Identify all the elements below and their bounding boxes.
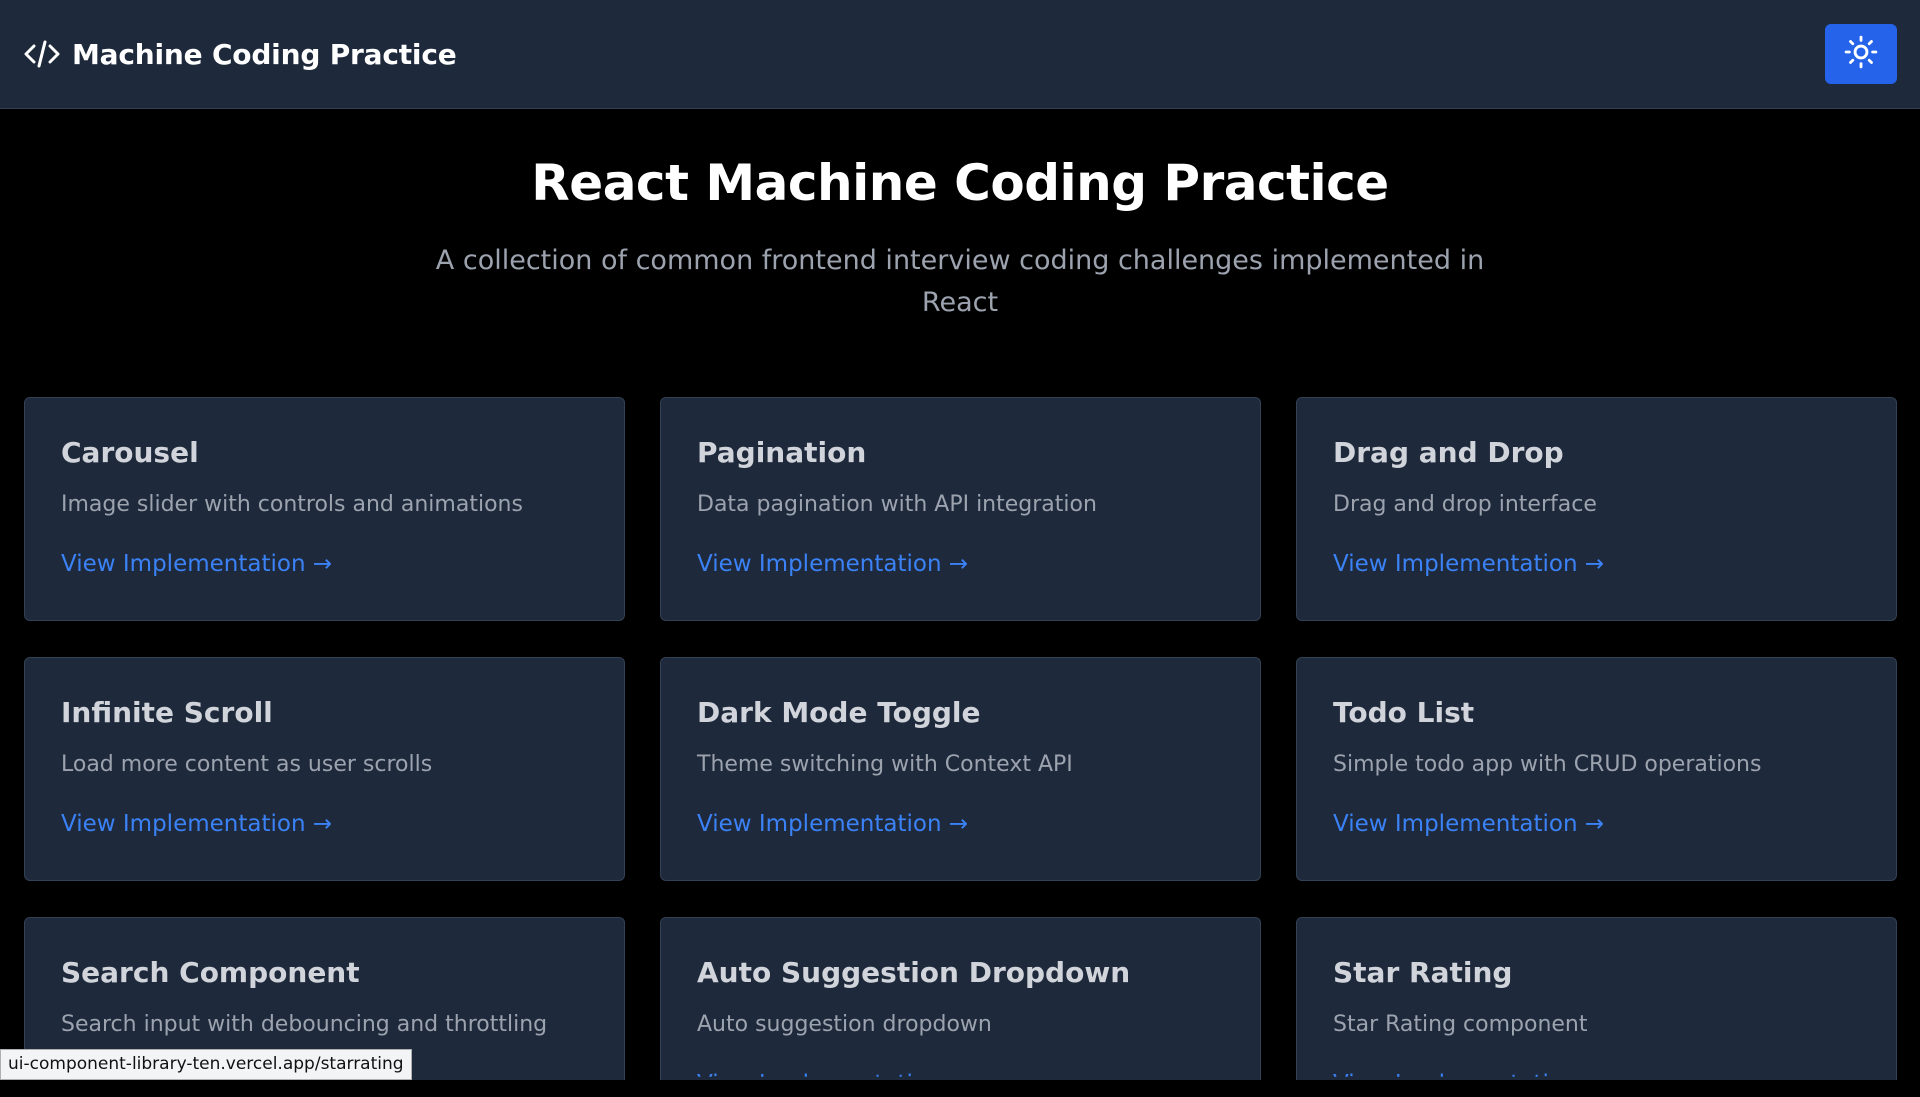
challenge-card[interactable]: Pagination Data pagination with API inte… — [660, 397, 1261, 621]
top-navbar: Machine Coding Practice — [0, 0, 1920, 109]
card-description: Image slider with controls and animation… — [61, 492, 523, 517]
card-title: Carousel — [61, 436, 199, 469]
card-title: Auto Suggestion Dropdown — [697, 956, 1131, 989]
view-implementation-link[interactable]: View Implementation → — [1333, 1071, 1604, 1077]
card-description: Drag and drop interface — [1333, 492, 1597, 517]
card-description: Simple todo app with CRUD operations — [1333, 752, 1762, 777]
challenge-card[interactable]: Infinite Scroll Load more content as use… — [24, 657, 625, 881]
card-description: Search input with debouncing and throttl… — [61, 1012, 548, 1037]
card-title: Todo List — [1333, 696, 1475, 729]
view-implementation-link[interactable]: View Implementation → — [697, 811, 968, 837]
card-title: Drag and Drop — [1333, 436, 1564, 469]
theme-toggle-button[interactable] — [1825, 24, 1897, 84]
challenge-card[interactable]: Todo List Simple todo app with CRUD oper… — [1296, 657, 1897, 881]
sun-icon — [1844, 35, 1878, 73]
view-implementation-link[interactable]: View Implementation → — [697, 1071, 968, 1077]
view-implementation-link[interactable]: View Implementation → — [1333, 551, 1604, 577]
card-title: Star Rating — [1333, 956, 1513, 989]
view-implementation-link[interactable]: View Implementation → — [697, 551, 968, 577]
challenge-card[interactable]: Drag and Drop Drag and drop interface Vi… — [1296, 397, 1897, 621]
card-description: Load more content as user scrolls — [61, 752, 433, 777]
page-title: React Machine Coding Practice — [531, 154, 1389, 212]
card-title: Search Component — [61, 956, 360, 989]
card-title: Infinite Scroll — [61, 696, 273, 729]
card-description: Theme switching with Context API — [697, 752, 1073, 777]
challenge-card[interactable]: Star Rating Star Rating component View I… — [1296, 917, 1897, 1080]
view-implementation-link[interactable]: View Implementation → — [61, 551, 332, 577]
brand-title: Machine Coding Practice — [72, 37, 457, 71]
brand[interactable]: Machine Coding Practice — [24, 36, 457, 72]
code-icon — [24, 36, 60, 72]
card-title: Dark Mode Toggle — [697, 696, 981, 729]
card-description: Star Rating component — [1333, 1012, 1588, 1037]
card-title: Pagination — [697, 436, 867, 469]
card-description: Auto suggestion dropdown — [697, 1012, 992, 1037]
link-preview-status-bar: ui-component-library-ten.vercel.app/star… — [0, 1049, 412, 1080]
challenge-card[interactable]: Auto Suggestion Dropdown Auto suggestion… — [660, 917, 1261, 1080]
card-description: Data pagination with API integration — [697, 492, 1097, 517]
page-subtitle: A collection of common frontend intervie… — [435, 245, 1485, 318]
view-implementation-link[interactable]: View Implementation → — [61, 811, 332, 837]
view-implementation-link[interactable]: View Implementation → — [1333, 811, 1604, 837]
challenge-card[interactable]: Carousel Image slider with controls and … — [24, 397, 625, 621]
challenge-card[interactable]: Dark Mode Toggle Theme switching with Co… — [660, 657, 1261, 881]
